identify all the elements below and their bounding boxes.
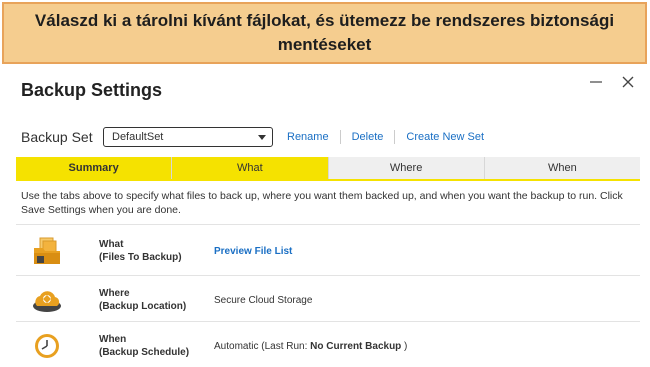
when-title: When — [99, 334, 127, 345]
instruction-banner: Válaszd ki a tárolni kívánt fájlokat, és… — [2, 2, 647, 64]
delete-link[interactable]: Delete — [352, 131, 384, 143]
tab-what[interactable]: What — [172, 157, 329, 179]
settings-tabs: Summary What Where When — [16, 157, 640, 181]
files-folder-icon — [30, 234, 64, 268]
rename-link[interactable]: Rename — [287, 131, 329, 143]
page-title: Backup Settings — [21, 80, 163, 100]
last-run-status: No Current Backup — [310, 340, 402, 352]
what-label: What (Files To Backup) — [99, 238, 214, 264]
divider — [16, 224, 640, 225]
banner-text: Válaszd ki a tárolni kívánt fájlokat, és… — [34, 11, 615, 54]
what-title: What — [99, 239, 124, 250]
instructions-text: Use the tabs above to specify what files… — [21, 190, 623, 216]
where-label: Where (Backup Location) — [99, 287, 214, 313]
tab-when[interactable]: When — [485, 157, 640, 179]
what-subtitle: (Files To Backup) — [99, 252, 182, 263]
backup-set-actions: Rename Delete Create New Set — [287, 130, 484, 144]
divider — [394, 130, 396, 144]
clock-icon — [30, 329, 64, 363]
schedule-prefix: Automatic (Last Run: — [214, 340, 311, 352]
schedule-suffix: ) — [401, 340, 408, 352]
preview-file-list-link[interactable]: Preview File List — [214, 246, 292, 257]
chevron-down-icon — [258, 134, 266, 140]
when-label: When (Backup Schedule) — [99, 333, 214, 359]
create-new-set-link[interactable]: Create New Set — [406, 131, 484, 143]
summary-row-when: When (Backup Schedule) Automatic (Last R… — [16, 322, 640, 367]
tab-summary[interactable]: Summary — [16, 157, 173, 179]
tab-where[interactable]: Where — [329, 157, 485, 179]
summary-row-what: What (Files To Backup) Preview File List — [16, 227, 640, 275]
divider — [339, 130, 341, 144]
minimize-icon — [590, 81, 602, 83]
window-controls — [588, 74, 636, 90]
backup-location-value: Secure Cloud Storage — [214, 294, 313, 306]
backup-set-select[interactable]: DefaultSet — [103, 127, 273, 147]
summary-row-where: Where (Backup Location) Secure Cloud Sto… — [16, 276, 640, 324]
minimize-button[interactable] — [588, 74, 604, 90]
when-subtitle: (Backup Schedule) — [99, 347, 190, 358]
backup-set-row: Backup Set DefaultSet Rename Delete Crea… — [21, 126, 484, 148]
backup-schedule-value: Automatic (Last Run: No Current Backup ) — [214, 341, 407, 352]
where-subtitle: (Backup Location) — [99, 301, 187, 312]
backup-set-label: Backup Set — [21, 129, 93, 145]
close-button[interactable] — [620, 74, 636, 90]
backup-set-value: DefaultSet — [112, 131, 164, 143]
where-title: Where — [99, 288, 130, 299]
cloud-location-icon — [30, 283, 64, 317]
close-icon — [622, 76, 634, 88]
